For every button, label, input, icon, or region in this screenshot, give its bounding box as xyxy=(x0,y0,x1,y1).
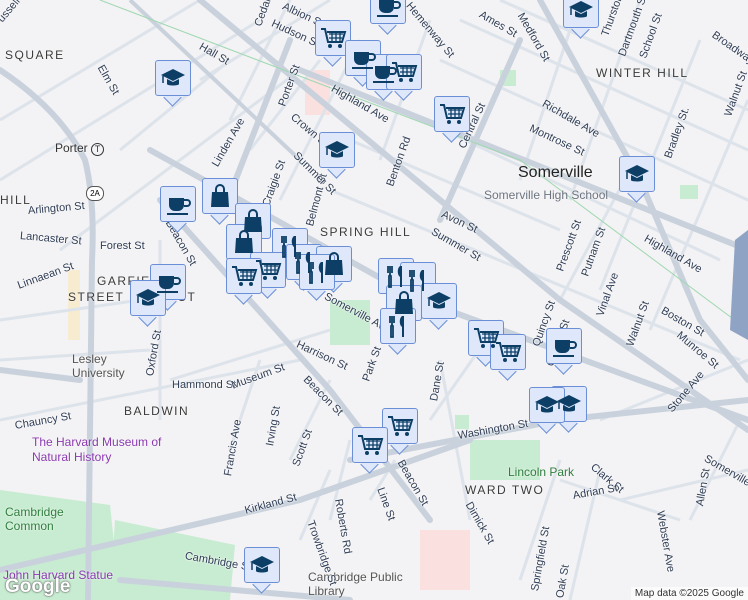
education-marker[interactable] xyxy=(155,60,191,107)
porter-label: Porter xyxy=(55,141,88,155)
marker-box xyxy=(202,178,238,214)
district-winter-hill: WINTER HILL xyxy=(596,66,689,80)
education-marker[interactable] xyxy=(563,0,599,39)
marker-box xyxy=(226,258,262,294)
marker-box xyxy=(315,20,351,56)
grocery-icon xyxy=(358,435,384,455)
map-attribution: Map data ©2025 Google xyxy=(630,587,748,600)
marker-box xyxy=(386,54,422,90)
marker-box xyxy=(421,283,457,319)
marker-box xyxy=(370,0,406,24)
marker-box xyxy=(380,308,416,344)
district-square: SQUARE xyxy=(5,48,65,62)
marker-box xyxy=(619,156,655,192)
poi-porter-station[interactable]: Porter T xyxy=(55,141,105,156)
grocery-icon xyxy=(256,260,282,280)
education-marker[interactable] xyxy=(619,156,655,203)
education-marker[interactable] xyxy=(529,387,565,434)
poi-high-school[interactable]: Somerville High School xyxy=(484,188,608,202)
education-icon xyxy=(427,292,451,309)
education-icon xyxy=(136,289,160,306)
education-icon xyxy=(625,165,649,182)
marker-box xyxy=(490,334,526,370)
restaurant-icon xyxy=(308,262,323,284)
grocery-marker[interactable] xyxy=(352,427,388,474)
marker-box xyxy=(563,0,599,28)
shopping-marker[interactable] xyxy=(202,178,238,225)
grocery-marker[interactable] xyxy=(490,334,526,381)
marker-box xyxy=(352,427,388,463)
city-label: Somerville xyxy=(518,164,593,181)
grocery-icon xyxy=(440,104,466,124)
cafe-marker[interactable] xyxy=(370,0,406,35)
grocery-marker[interactable] xyxy=(434,96,470,143)
education-marker[interactable] xyxy=(244,547,280,594)
marker-box xyxy=(434,96,470,132)
education-icon xyxy=(325,141,349,158)
cafe-icon xyxy=(553,340,577,357)
district-ward-two: WARD TWO xyxy=(465,483,545,497)
cafe-icon xyxy=(377,0,401,17)
grocery-icon xyxy=(321,28,347,48)
education-icon xyxy=(161,69,185,86)
google-logo: Google xyxy=(5,576,71,597)
street-label: Hammond St xyxy=(172,379,237,391)
poi-cambridge-common[interactable]: Cambridge Common xyxy=(5,505,75,533)
marker-box xyxy=(319,132,355,168)
district-spring-hill: SPRING HILL xyxy=(320,225,412,239)
commercial-area xyxy=(68,270,80,340)
restaurant-marker[interactable] xyxy=(380,308,416,355)
cafe-marker[interactable] xyxy=(546,328,582,375)
marker-box xyxy=(244,547,280,583)
shopping-icon xyxy=(235,230,253,253)
restaurant-icon xyxy=(389,316,404,338)
cafe-icon xyxy=(167,198,191,215)
poi-lesley[interactable]: Lesley University xyxy=(72,352,132,380)
marker-box xyxy=(529,387,565,423)
hospital-area xyxy=(420,530,470,590)
restaurant-marker[interactable] xyxy=(299,254,335,301)
marker-box xyxy=(160,186,196,222)
marker-box xyxy=(546,328,582,364)
route-2a-shield: 2A xyxy=(86,186,104,201)
grocery-icon xyxy=(232,266,258,286)
education-marker[interactable] xyxy=(130,280,166,327)
grocery-marker[interactable] xyxy=(386,54,422,101)
grocery-marker[interactable] xyxy=(226,258,262,305)
education-marker[interactable] xyxy=(319,132,355,179)
marker-box xyxy=(299,254,335,290)
marker-box xyxy=(155,60,191,96)
cafe-marker[interactable] xyxy=(160,186,196,233)
grocery-icon xyxy=(388,416,414,436)
education-icon xyxy=(250,556,274,573)
education-marker[interactable] xyxy=(421,283,457,330)
street-label: Forest St xyxy=(100,240,145,252)
education-icon xyxy=(569,1,593,18)
marker-box xyxy=(130,280,166,316)
grocery-icon xyxy=(496,342,522,362)
district-baldwin: BALDWIN xyxy=(124,404,190,418)
marker-box xyxy=(226,224,262,260)
grocery-icon xyxy=(392,62,418,82)
shopping-icon xyxy=(211,184,229,207)
marker-box xyxy=(382,408,418,444)
poi-harvard-museum[interactable]: The Harvard Museum of Natural History xyxy=(32,435,197,465)
education-icon xyxy=(535,396,559,413)
transit-icon: T xyxy=(91,143,105,156)
poi-lincoln-park[interactable]: Lincoln Park xyxy=(508,465,574,479)
